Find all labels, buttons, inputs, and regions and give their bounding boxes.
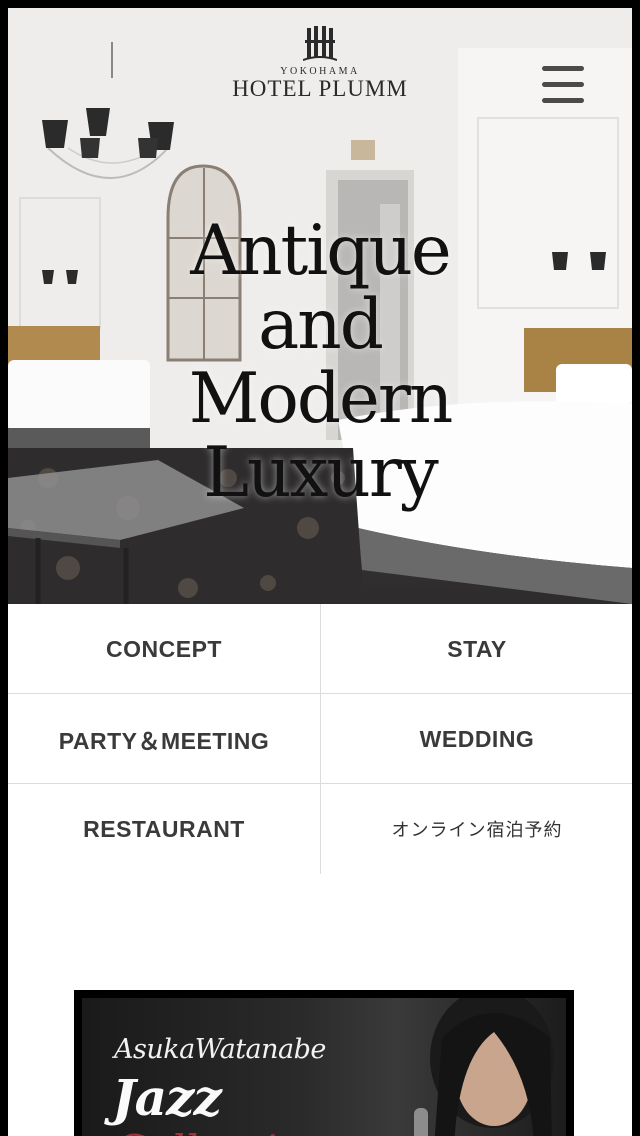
nav-concept[interactable]: CONCEPT — [8, 604, 320, 694]
divider — [320, 604, 321, 874]
hamburger-menu-icon[interactable] — [538, 64, 586, 108]
nav-wedding[interactable]: WEDDING — [321, 694, 632, 784]
hero-headline: Antique and Modern Luxury — [8, 214, 632, 510]
hero-headline-line: Luxury — [203, 433, 439, 513]
nav-online-booking[interactable]: オンライン宿泊予約 — [321, 784, 632, 874]
banner-artist: AsukaWatanabe — [114, 1034, 326, 1065]
hero-headline-line: Modern — [188, 359, 454, 439]
banner-title: Jazz — [112, 1068, 222, 1127]
menu-bar — [542, 66, 584, 71]
banner-subtitle: Collection — [114, 1126, 329, 1136]
nav-restaurant[interactable]: RESTAURANT — [8, 784, 320, 874]
jazz-event-banner[interactable]: AsukaWatanabe Jazz Collection — [74, 990, 574, 1136]
menu-bar — [542, 82, 584, 87]
menu-bar — [542, 98, 584, 103]
main-nav-grid: CONCEPT STAY PARTY＆MEETING WEDDING RESTA… — [8, 604, 632, 874]
nav-stay[interactable]: STAY — [321, 604, 632, 694]
nav-party-meeting[interactable]: PARTY＆MEETING — [8, 694, 320, 784]
hero-headline-line: and — [258, 285, 384, 365]
banner-image: AsukaWatanabe Jazz Collection — [82, 998, 566, 1136]
hero-headline-line: Antique — [190, 211, 452, 291]
hero-section: YOKOHAMA HOTEL PLUMM Antique and Modern … — [8, 8, 632, 604]
page: YOKOHAMA HOTEL PLUMM Antique and Modern … — [8, 8, 632, 1136]
hotel-logo-icon — [303, 26, 337, 61]
